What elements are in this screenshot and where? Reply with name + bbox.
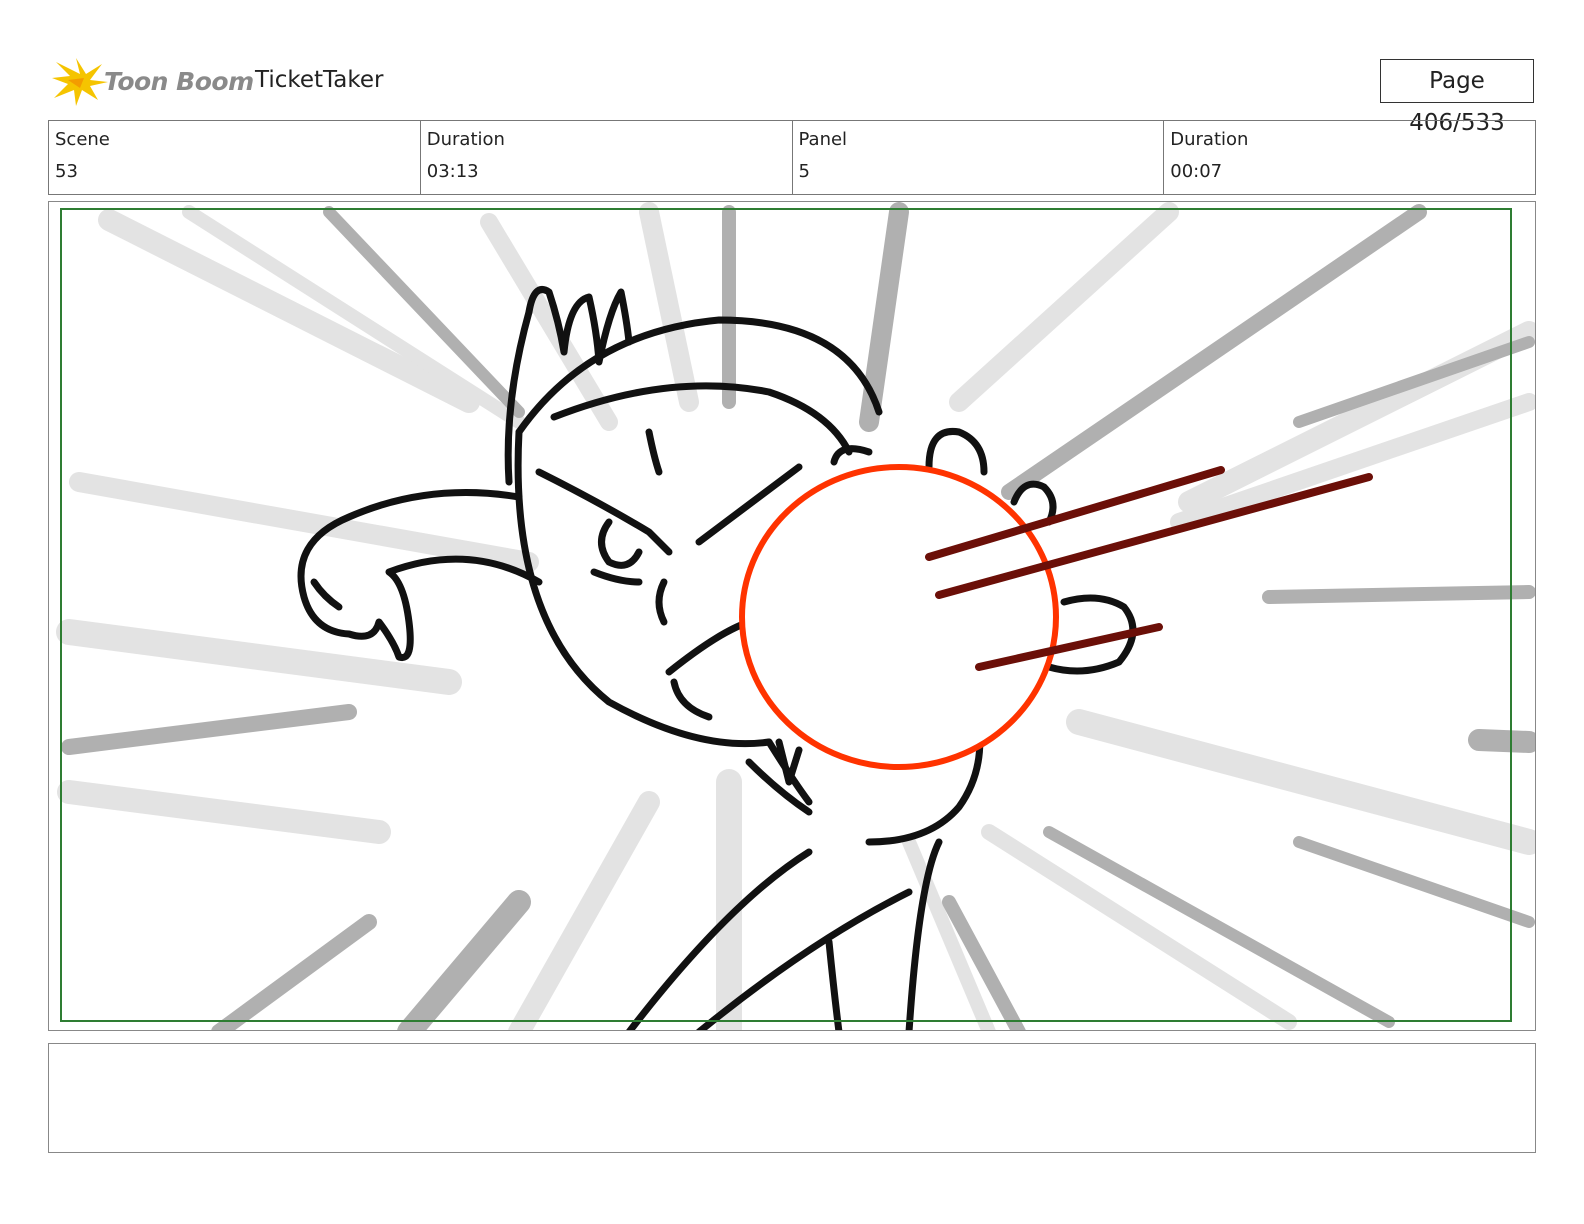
panel-duration-label: Duration bbox=[1170, 129, 1249, 150]
scene-label: Scene bbox=[55, 129, 110, 150]
scene-duration-value: 03:13 bbox=[426, 161, 479, 182]
storyboard-panel bbox=[48, 201, 1536, 1031]
info-table: Scene 53 Duration 03:13 Panel 5 Duration… bbox=[48, 120, 1536, 195]
starburst-icon bbox=[52, 58, 108, 106]
project-title: TicketTaker bbox=[255, 67, 384, 93]
logo-text: Toon Boom bbox=[104, 67, 254, 96]
panel-label: Panel bbox=[798, 129, 848, 150]
scene-value: 53 bbox=[55, 161, 78, 182]
page-indicator: Page 406/533 bbox=[1380, 59, 1534, 136]
impact-circle bbox=[739, 464, 1059, 770]
panel-cell: Panel 5 bbox=[791, 121, 1164, 194]
scene-duration-label: Duration bbox=[426, 129, 505, 150]
scene-cell: Scene 53 bbox=[49, 121, 420, 194]
panel-duration-cell: Duration 00:07 bbox=[1163, 121, 1535, 194]
scene-duration-cell: Duration 03:13 bbox=[419, 121, 792, 194]
panel-duration-value: 00:07 bbox=[1170, 161, 1223, 182]
panel-drawing bbox=[56, 202, 1535, 1030]
toon-boom-logo: Toon Boom bbox=[50, 54, 254, 108]
panel-notes bbox=[48, 1043, 1536, 1153]
panel-value: 5 bbox=[798, 161, 810, 182]
